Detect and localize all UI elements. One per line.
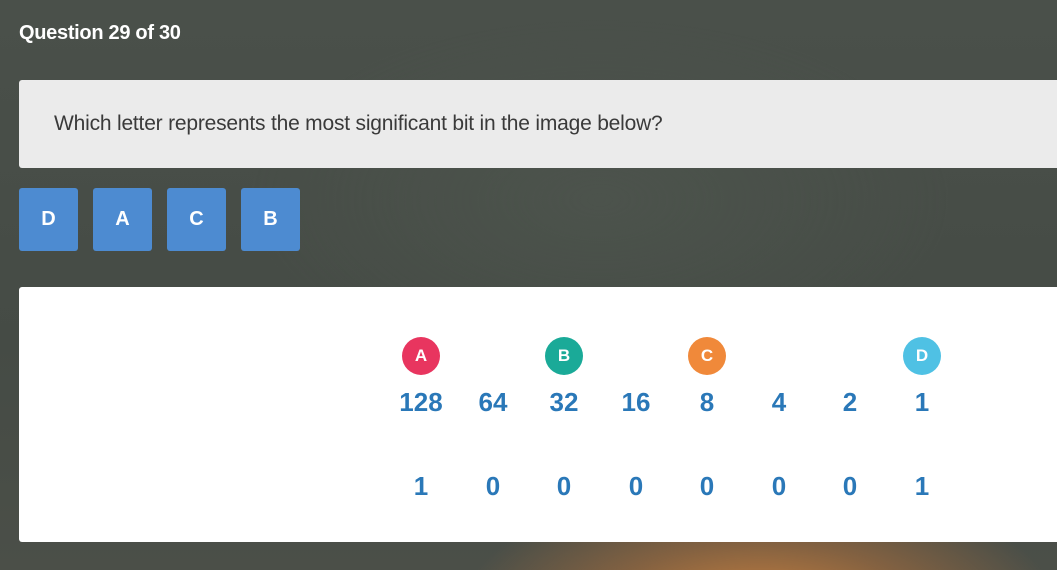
- answer-option-d[interactable]: D: [19, 188, 78, 251]
- bit-column-64: 64 0: [457, 287, 529, 542]
- bit-badge-c: C: [688, 337, 726, 375]
- bit-column-16: 16 0: [600, 287, 672, 542]
- bit-digit: 0: [842, 471, 858, 501]
- bit-digit: 0: [771, 471, 787, 501]
- answer-option-c[interactable]: C: [167, 188, 226, 251]
- place-value: 2: [842, 387, 858, 417]
- place-value: 8: [699, 387, 715, 417]
- question-box: Which letter represents the most signifi…: [19, 80, 1057, 168]
- bit-column-2: 2 0: [814, 287, 886, 542]
- answer-option-a[interactable]: A: [93, 188, 152, 251]
- question-image: A 128 1 64 0 B 32 0 16 0 C 8 0 4 0 2 0 D…: [19, 287, 1057, 542]
- bit-badge-a: A: [402, 337, 440, 375]
- bit-table: A 128 1 64 0 B 32 0 16 0 C 8 0 4 0 2 0 D…: [385, 287, 965, 542]
- bit-column-8: C 8 0: [671, 287, 743, 542]
- bit-column-128: A 128 1: [385, 287, 457, 542]
- place-value: 32: [549, 387, 579, 417]
- bit-column-32: B 32 0: [528, 287, 600, 542]
- place-value: 16: [621, 387, 651, 417]
- answer-options: D A C B: [19, 188, 300, 251]
- question-counter: Question 29 of 30: [19, 22, 181, 44]
- bit-digit: 1: [413, 471, 429, 501]
- bit-digit: 0: [556, 471, 572, 501]
- bit-digit: 0: [699, 471, 715, 501]
- bit-badge-b: B: [545, 337, 583, 375]
- bit-badge-d: D: [903, 337, 941, 375]
- place-value: 4: [771, 387, 787, 417]
- bit-digit: 1: [914, 471, 930, 501]
- place-value: 64: [478, 387, 508, 417]
- bit-column-4: 4 0: [743, 287, 815, 542]
- answer-option-b[interactable]: B: [241, 188, 300, 251]
- bit-digit: 0: [485, 471, 501, 501]
- question-text: Which letter represents the most signifi…: [54, 112, 663, 135]
- bit-digit: 0: [628, 471, 644, 501]
- bit-column-1: D 1 1: [886, 287, 958, 542]
- place-value: 1: [914, 387, 930, 417]
- place-value: 128: [399, 387, 443, 417]
